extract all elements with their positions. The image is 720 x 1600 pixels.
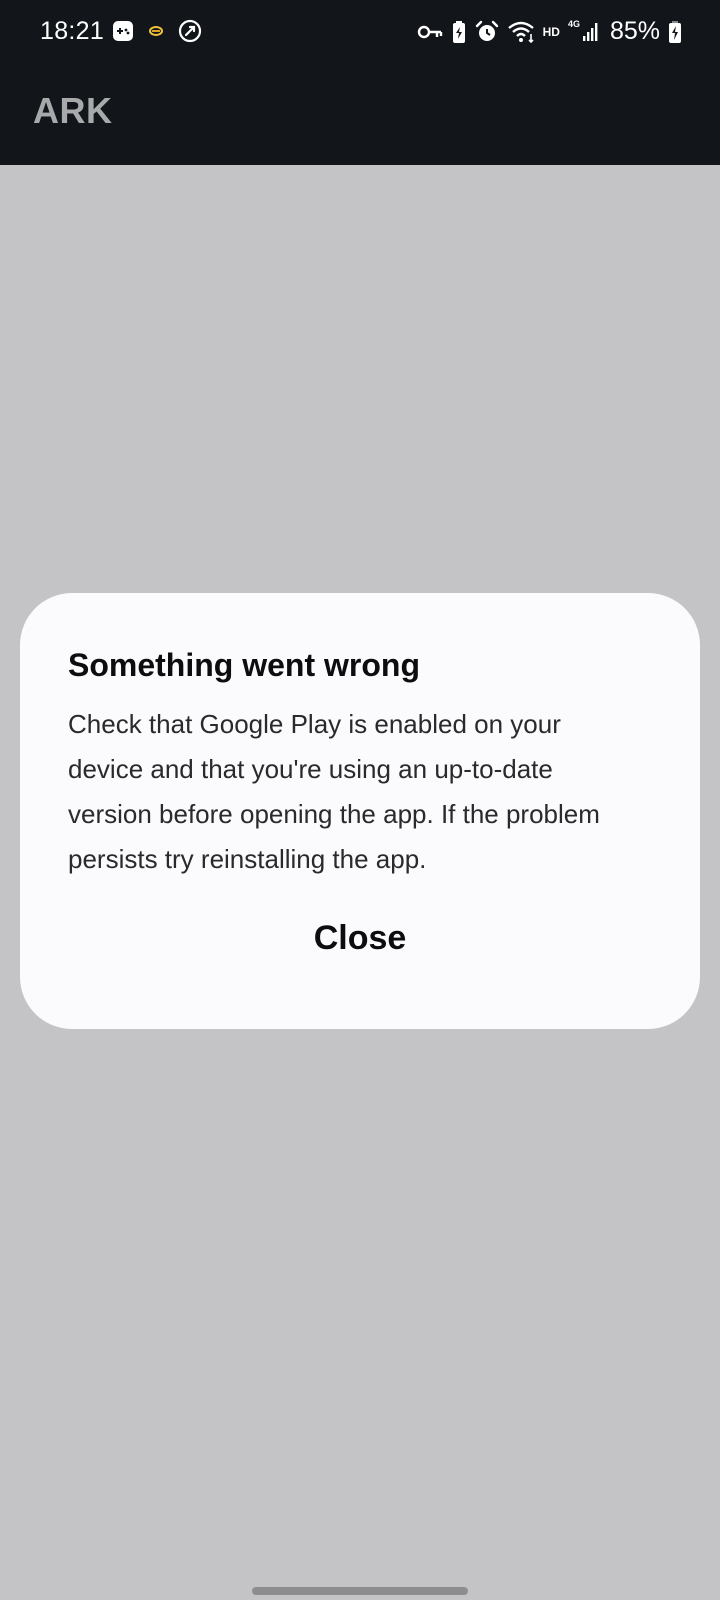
network-type-label: 4G: [567, 18, 580, 29]
status-right-icons: HD 4G 85%: [417, 17, 682, 46]
wifi-icon: [507, 20, 537, 44]
dialog-title: Something went wrong: [68, 647, 420, 683]
status-bar: 18:21 HD 4G 85%: [0, 0, 720, 66]
vpn-key-icon: [417, 23, 443, 41]
alarm-icon: [475, 20, 499, 44]
signal-icon: [582, 21, 600, 43]
status-time: 18:21: [40, 17, 105, 45]
home-gesture-handle[interactable]: [252, 1587, 468, 1595]
dialog-message: Check that Google Play is enabled on you…: [68, 709, 600, 874]
dialog-actions: Close: [20, 911, 700, 966]
hd-label: HD: [542, 24, 560, 39]
battery-percent: 85%: [609, 17, 660, 45]
notification-dot-icon: [148, 23, 164, 39]
battery-saver-icon: [451, 20, 467, 44]
app-title: ARK: [33, 90, 113, 131]
error-dialog: Something went wrong Check that Google P…: [20, 593, 700, 1029]
battery-charging-icon: [668, 20, 682, 44]
game-controller-icon: [112, 20, 134, 42]
navigation-bar: [0, 1570, 720, 1600]
app-bar: ARK: [0, 66, 720, 165]
status-left-icons: [112, 19, 202, 43]
rocket-icon: [178, 19, 202, 43]
close-button[interactable]: Close: [286, 911, 435, 966]
